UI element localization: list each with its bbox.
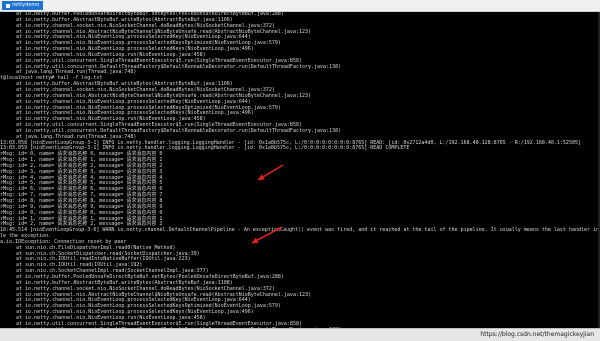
terminal-line: 18:45.514 [nioEventLoopGroup-3-6] WARN i… <box>0 228 598 234</box>
terminal-output[interactable]: at io.netty.buffer.PooledUnsafeDirectByt… <box>0 12 598 328</box>
status-bar: https://blog.csdn.net/themagickeyjian <box>0 328 600 341</box>
window-titlebar: nettydemo <box>0 0 600 12</box>
tab-session[interactable]: nettydemo <box>2 1 43 10</box>
tab-label: nettydemo <box>12 1 39 10</box>
terminal-icon <box>6 4 10 8</box>
watermark-text: https://blog.csdn.net/themagickeyjian <box>480 331 594 338</box>
